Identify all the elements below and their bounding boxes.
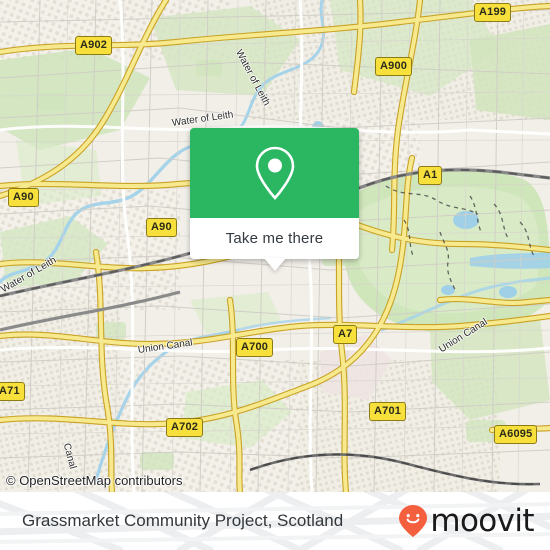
road-shield-a902[interactable]: A902	[75, 36, 113, 55]
moovit-wordmark: moovit	[430, 502, 534, 539]
osm-attribution[interactable]: © OpenStreetMap contributors	[6, 473, 183, 488]
moovit-brand[interactable]: moovit	[398, 502, 535, 539]
callout-footer[interactable]: Take me there	[190, 218, 359, 271]
location-pin-icon	[255, 146, 294, 200]
road-shield-a700[interactable]: A700	[236, 338, 274, 357]
road-shield-a7[interactable]: A7	[333, 325, 358, 344]
place-title: Grassmarket Community Project, Scotland	[22, 511, 344, 530]
road-shield-a71[interactable]: A71	[0, 382, 25, 401]
take-me-there-callout[interactable]: Take me there	[190, 128, 359, 271]
road-shield-a90-central[interactable]: A90	[146, 218, 177, 237]
road-shield-a90-west[interactable]: A90	[8, 188, 39, 207]
callout-header	[190, 128, 359, 218]
footer-bar: Grassmarket Community Project, Scotland …	[0, 492, 550, 550]
map-screenshot: A902 A199 A900 A1 A90 A90 A71 A700 A7 A7…	[0, 0, 550, 550]
road-shield-a1[interactable]: A1	[418, 166, 443, 185]
callout-pointer	[263, 258, 286, 271]
road-shield-a199[interactable]: A199	[474, 3, 512, 22]
road-shield-a6095[interactable]: A6095	[494, 425, 538, 444]
footer-content: Grassmarket Community Project, Scotland …	[0, 492, 550, 550]
take-me-there-label: Take me there	[225, 230, 324, 247]
road-shield-a701[interactable]: A701	[369, 402, 407, 421]
road-shield-a702[interactable]: A702	[166, 418, 204, 437]
road-shield-a900[interactable]: A900	[375, 57, 413, 76]
moovit-smiley-pin-icon	[399, 505, 428, 537]
